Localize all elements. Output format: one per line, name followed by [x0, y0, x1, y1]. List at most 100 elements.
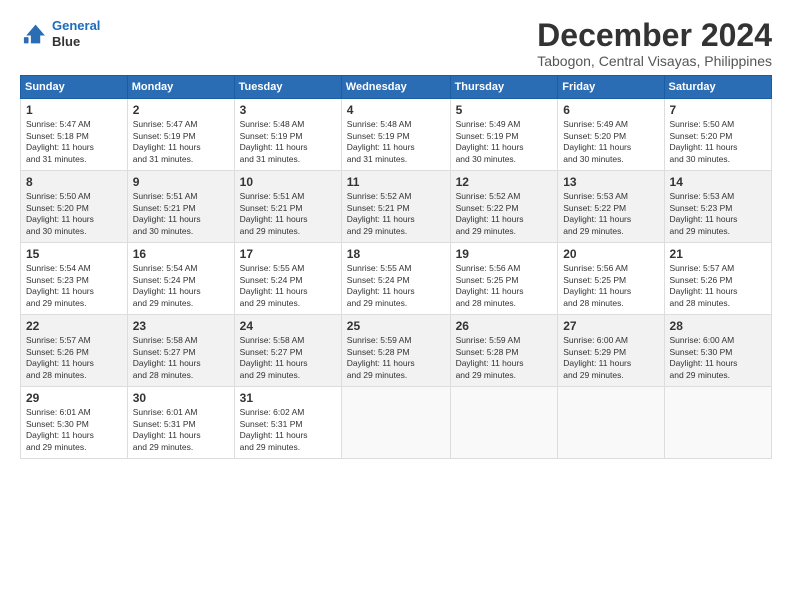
- day-info: Sunrise: 5:49 AMSunset: 5:20 PMDaylight:…: [563, 119, 658, 165]
- weekday-header-saturday: Saturday: [664, 76, 771, 99]
- calendar-cell: 28Sunrise: 6:00 AMSunset: 5:30 PMDayligh…: [664, 315, 771, 387]
- calendar-cell: [341, 387, 450, 459]
- day-number: 21: [670, 247, 766, 261]
- day-info: Sunrise: 6:01 AMSunset: 5:30 PMDaylight:…: [26, 407, 122, 453]
- day-number: 7: [670, 103, 766, 117]
- page: General Blue December 2024 Tabogon, Cent…: [0, 0, 792, 469]
- calendar-cell: 27Sunrise: 6:00 AMSunset: 5:29 PMDayligh…: [558, 315, 664, 387]
- weekday-header-sunday: Sunday: [21, 76, 128, 99]
- calendar-cell: 6 Sunrise: 5:49 AMSunset: 5:20 PMDaylight…: [558, 99, 664, 171]
- weekday-header-wednesday: Wednesday: [341, 76, 450, 99]
- calendar-cell: 12 Sunrise: 5:52 AMSunset: 5:22 PMDayligh…: [450, 171, 558, 243]
- day-number: 23: [133, 319, 229, 333]
- day-number: 17: [240, 247, 336, 261]
- day-info: Sunrise: 6:02 AMSunset: 5:31 PMDaylight:…: [240, 407, 336, 453]
- day-number: 20: [563, 247, 658, 261]
- calendar-cell: 4 Sunrise: 5:48 AMSunset: 5:19 PMDaylight…: [341, 99, 450, 171]
- day-info: Sunrise: 5:55 AMSunset: 5:24 PMDaylight:…: [347, 263, 445, 309]
- calendar-cell: [558, 387, 664, 459]
- day-info: Sunrise: 5:59 AMSunset: 5:28 PMDaylight:…: [456, 335, 553, 381]
- main-title: December 2024: [537, 18, 772, 53]
- calendar-cell: 1 Sunrise: 5:47 AMSunset: 5:18 PMDaylight…: [21, 99, 128, 171]
- day-number: 2: [133, 103, 229, 117]
- day-number: 8: [26, 175, 122, 189]
- day-info: Sunrise: 5:48 AMSunset: 5:19 PMDaylight:…: [347, 119, 445, 165]
- calendar-cell: 14 Sunrise: 5:53 AMSunset: 5:23 PMDayligh…: [664, 171, 771, 243]
- calendar-cell: 7 Sunrise: 5:50 AMSunset: 5:20 PMDaylight…: [664, 99, 771, 171]
- day-info: Sunrise: 5:50 AMSunset: 5:20 PMDaylight:…: [670, 119, 766, 165]
- day-number: 1: [26, 103, 122, 117]
- day-number: 11: [347, 175, 445, 189]
- day-info: Sunrise: 5:51 AMSunset: 5:21 PMDaylight:…: [240, 191, 336, 237]
- calendar-cell: [664, 387, 771, 459]
- day-number: 18: [347, 247, 445, 261]
- day-number: 3: [240, 103, 336, 117]
- day-number: 30: [133, 391, 229, 405]
- calendar-cell: 24 Sunrise: 5:58 AMSunset: 5:27 PMDayligh…: [234, 315, 341, 387]
- subtitle: Tabogon, Central Visayas, Philippines: [537, 53, 772, 69]
- day-info: Sunrise: 5:53 AMSunset: 5:22 PMDaylight:…: [563, 191, 658, 237]
- calendar-cell: 22Sunrise: 5:57 AMSunset: 5:26 PMDayligh…: [21, 315, 128, 387]
- day-info: Sunrise: 5:57 AMSunset: 5:26 PMDaylight:…: [670, 263, 766, 309]
- day-number: 19: [456, 247, 553, 261]
- day-info: Sunrise: 5:53 AMSunset: 5:23 PMDaylight:…: [670, 191, 766, 237]
- day-number: 15: [26, 247, 122, 261]
- weekday-header-monday: Monday: [127, 76, 234, 99]
- calendar-cell: 2 Sunrise: 5:47 AMSunset: 5:19 PMDaylight…: [127, 99, 234, 171]
- day-number: 16: [133, 247, 229, 261]
- day-info: Sunrise: 5:54 AMSunset: 5:23 PMDaylight:…: [26, 263, 122, 309]
- day-number: 28: [670, 319, 766, 333]
- day-info: Sunrise: 5:48 AMSunset: 5:19 PMDaylight:…: [240, 119, 336, 165]
- day-number: 27: [563, 319, 658, 333]
- day-number: 24: [240, 319, 336, 333]
- calendar-cell: 16Sunrise: 5:54 AMSunset: 5:24 PMDayligh…: [127, 243, 234, 315]
- calendar-week-5: 29 Sunrise: 6:01 AMSunset: 5:30 PMDayligh…: [21, 387, 772, 459]
- day-number: 25: [347, 319, 445, 333]
- day-info: Sunrise: 5:51 AMSunset: 5:21 PMDaylight:…: [133, 191, 229, 237]
- calendar-cell: 15 Sunrise: 5:54 AMSunset: 5:23 PMDayligh…: [21, 243, 128, 315]
- title-block: December 2024 Tabogon, Central Visayas, …: [537, 18, 772, 69]
- day-number: 4: [347, 103, 445, 117]
- calendar-cell: 31Sunrise: 6:02 AMSunset: 5:31 PMDayligh…: [234, 387, 341, 459]
- day-info: Sunrise: 5:55 AMSunset: 5:24 PMDaylight:…: [240, 263, 336, 309]
- day-info: Sunrise: 6:01 AMSunset: 5:31 PMDaylight:…: [133, 407, 229, 453]
- calendar-cell: 3 Sunrise: 5:48 AMSunset: 5:19 PMDaylight…: [234, 99, 341, 171]
- day-number: 12: [456, 175, 553, 189]
- calendar-cell: 21 Sunrise: 5:57 AMSunset: 5:26 PMDayligh…: [664, 243, 771, 315]
- calendar-cell: 18 Sunrise: 5:55 AMSunset: 5:24 PMDayligh…: [341, 243, 450, 315]
- calendar-week-2: 8 Sunrise: 5:50 AMSunset: 5:20 PMDaylight…: [21, 171, 772, 243]
- header: General Blue December 2024 Tabogon, Cent…: [20, 18, 772, 69]
- day-info: Sunrise: 5:47 AMSunset: 5:18 PMDaylight:…: [26, 119, 122, 165]
- calendar-cell: 23Sunrise: 5:58 AMSunset: 5:27 PMDayligh…: [127, 315, 234, 387]
- calendar-week-1: 1 Sunrise: 5:47 AMSunset: 5:18 PMDaylight…: [21, 99, 772, 171]
- calendar-cell: 17 Sunrise: 5:55 AMSunset: 5:24 PMDayligh…: [234, 243, 341, 315]
- logo-text: General Blue: [52, 18, 100, 49]
- day-number: 9: [133, 175, 229, 189]
- calendar-cell: [450, 387, 558, 459]
- day-number: 29: [26, 391, 122, 405]
- calendar-cell: 5Sunrise: 5:49 AMSunset: 5:19 PMDaylight…: [450, 99, 558, 171]
- day-number: 13: [563, 175, 658, 189]
- calendar-cell: 26 Sunrise: 5:59 AMSunset: 5:28 PMDayligh…: [450, 315, 558, 387]
- weekday-header-tuesday: Tuesday: [234, 76, 341, 99]
- calendar-week-3: 15 Sunrise: 5:54 AMSunset: 5:23 PMDayligh…: [21, 243, 772, 315]
- day-info: Sunrise: 5:59 AMSunset: 5:28 PMDaylight:…: [347, 335, 445, 381]
- logo-icon: [20, 20, 48, 48]
- day-number: 6: [563, 103, 658, 117]
- calendar-cell: 30 Sunrise: 6:01 AMSunset: 5:31 PMDayligh…: [127, 387, 234, 459]
- weekday-header-thursday: Thursday: [450, 76, 558, 99]
- day-info: Sunrise: 5:52 AMSunset: 5:22 PMDaylight:…: [456, 191, 553, 237]
- day-info: Sunrise: 5:47 AMSunset: 5:19 PMDaylight:…: [133, 119, 229, 165]
- day-number: 10: [240, 175, 336, 189]
- day-info: Sunrise: 5:58 AMSunset: 5:27 PMDaylight:…: [240, 335, 336, 381]
- calendar-cell: 9 Sunrise: 5:51 AMSunset: 5:21 PMDaylight…: [127, 171, 234, 243]
- calendar-cell: 10 Sunrise: 5:51 AMSunset: 5:21 PMDayligh…: [234, 171, 341, 243]
- calendar-cell: 13 Sunrise: 5:53 AMSunset: 5:22 PMDayligh…: [558, 171, 664, 243]
- calendar-cell: 25 Sunrise: 5:59 AMSunset: 5:28 PMDayligh…: [341, 315, 450, 387]
- day-number: 26: [456, 319, 553, 333]
- day-number: 14: [670, 175, 766, 189]
- calendar-week-4: 22Sunrise: 5:57 AMSunset: 5:26 PMDayligh…: [21, 315, 772, 387]
- day-info: Sunrise: 5:56 AMSunset: 5:25 PMDaylight:…: [563, 263, 658, 309]
- calendar-cell: 20 Sunrise: 5:56 AMSunset: 5:25 PMDayligh…: [558, 243, 664, 315]
- day-info: Sunrise: 5:50 AMSunset: 5:20 PMDaylight:…: [26, 191, 122, 237]
